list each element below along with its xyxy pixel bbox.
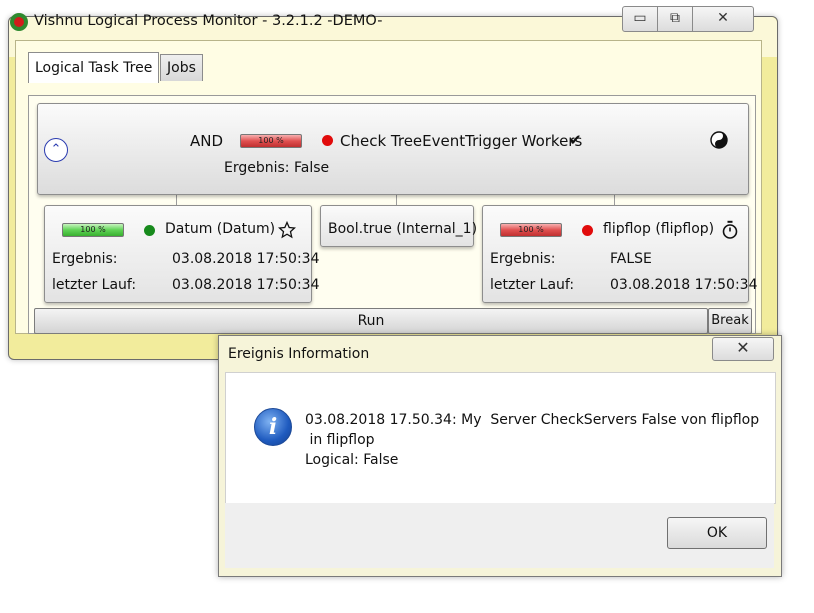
datum-lastrun-label: letzter Lauf: <box>52 277 137 293</box>
dialog-title: Ereignis Information <box>228 346 370 362</box>
dialog-close-button[interactable]: ✕ <box>712 337 774 361</box>
message-line-3: Logical: False <box>305 452 399 468</box>
yin-yang-icon <box>710 131 728 149</box>
collapse-chevron-up-icon[interactable]: ⌃ <box>44 138 68 162</box>
flipflop-lastrun-value: 03.08.2018 17:50:34 <box>610 277 758 293</box>
datum-progress-bar: 100 % <box>62 223 124 237</box>
dialog-message: 03.08.2018 17.50.34: My Server CheckServ… <box>305 410 759 470</box>
datum-result-label: Ergebnis: <box>52 251 118 267</box>
flipflop-node-name: flipflop (flipflop) <box>603 221 715 237</box>
datum-result-value: 03.08.2018 17:50:34 <box>172 251 320 267</box>
root-status-dot <box>322 135 333 146</box>
message-line-2: in flipflop <box>305 432 375 448</box>
flipflop-progress-bar: 100 % <box>500 223 562 237</box>
close-button[interactable]: ✕ <box>692 6 754 32</box>
flipflop-result-value: FALSE <box>610 251 652 267</box>
run-button[interactable]: Run <box>34 308 708 334</box>
root-result: Ergebnis: False <box>224 160 330 176</box>
tab-jobs[interactable]: Jobs <box>160 54 203 81</box>
datum-node-name: Datum (Datum) <box>165 221 276 237</box>
check-mark-icon: ✔ <box>569 131 582 149</box>
root-progress-bar: 100 % <box>240 134 302 148</box>
bool-node-name: Bool.true (Internal_1) <box>328 221 478 237</box>
flipflop-status-dot <box>582 225 593 236</box>
info-icon: i <box>254 408 292 446</box>
datum-lastrun-value: 03.08.2018 17:50:34 <box>172 277 320 293</box>
tab-logical-task-tree[interactable]: Logical Task Tree <box>28 52 160 83</box>
stopwatch-icon <box>721 220 739 240</box>
root-operator: AND <box>190 132 224 150</box>
maximize-button[interactable]: ⧉ <box>657 6 693 32</box>
flipflop-result-label: Ergebnis: <box>490 251 556 267</box>
star-icon <box>277 220 297 239</box>
app-logo-icon <box>10 13 28 31</box>
minimize-button[interactable]: ▭ <box>622 6 658 32</box>
break-button[interactable]: Break <box>708 308 752 334</box>
root-node-name: Check TreeEventTrigger Workers <box>340 132 583 150</box>
message-line-1: 03.08.2018 17.50.34: My Server CheckServ… <box>305 412 760 428</box>
datum-status-dot <box>144 225 155 236</box>
window-title: Vishnu Logical Process Monitor - 3.2.1.2… <box>34 13 383 29</box>
ok-button[interactable]: OK <box>667 517 767 549</box>
flipflop-lastrun-label: letzter Lauf: <box>490 277 575 293</box>
